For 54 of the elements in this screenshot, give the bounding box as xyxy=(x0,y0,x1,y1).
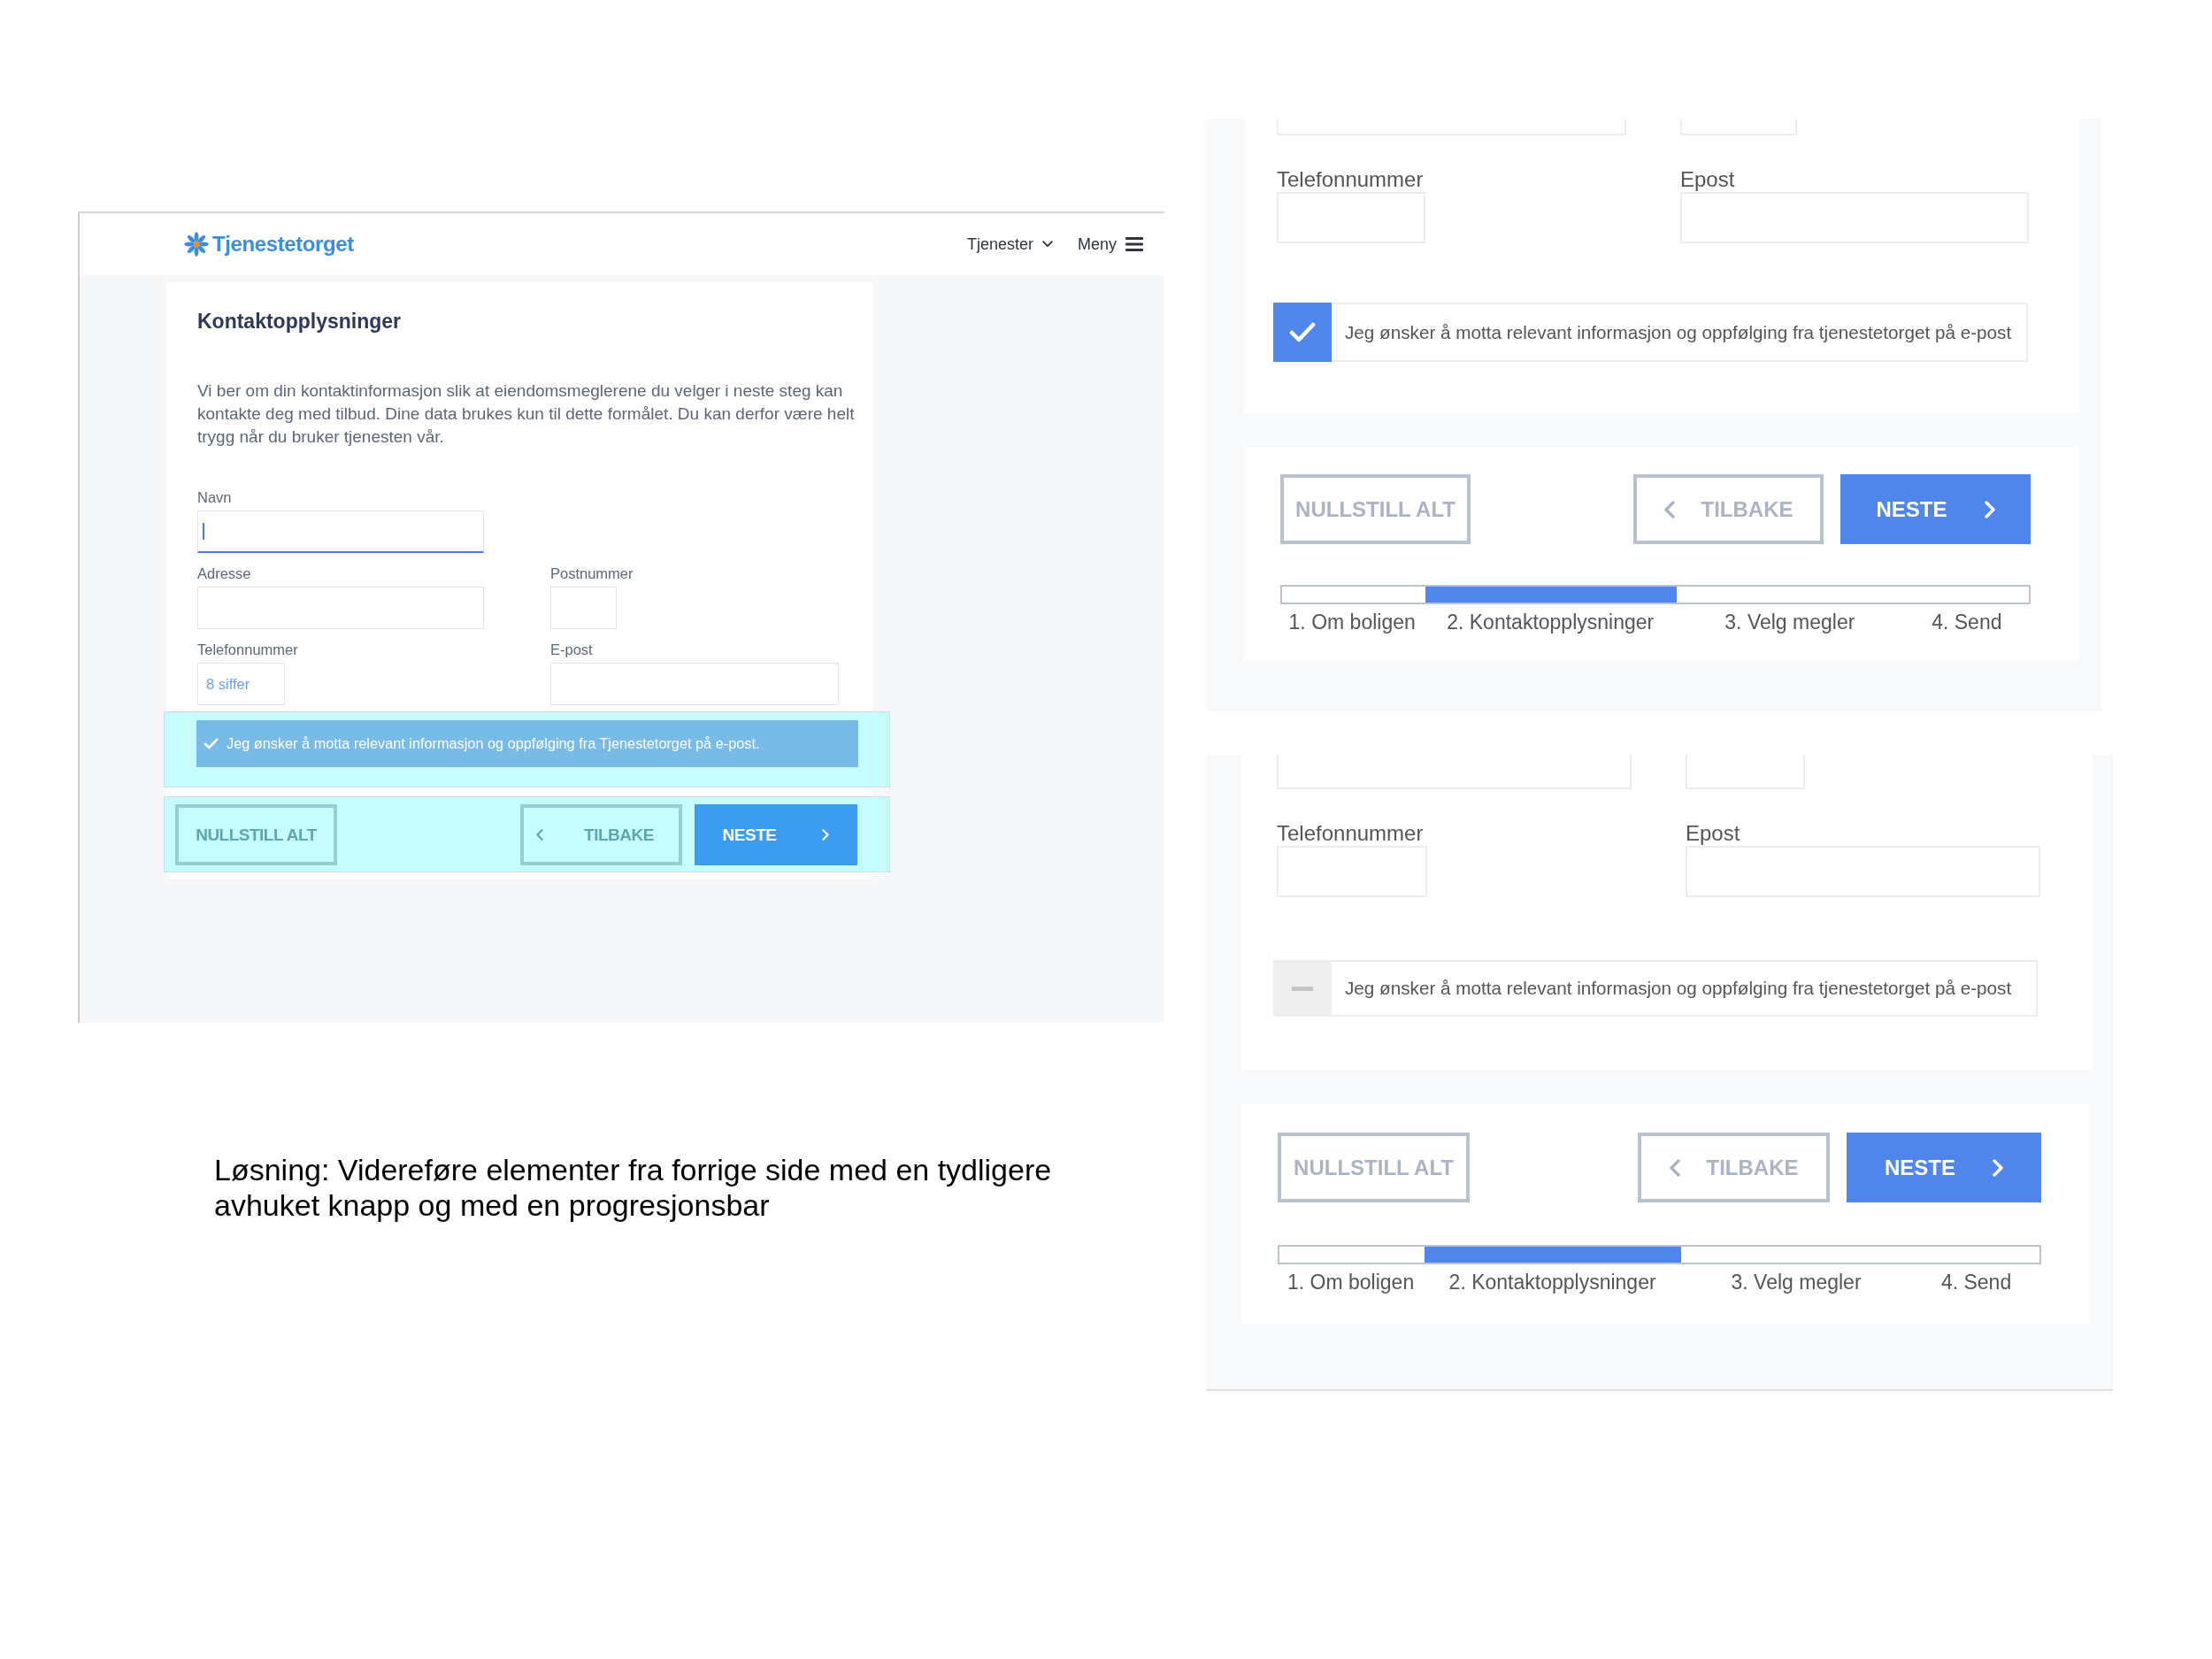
back-button[interactable]: TILBAKE xyxy=(1633,474,1824,544)
chevron-right-icon xyxy=(1984,500,1995,518)
step-label: 1. Om boligen xyxy=(1288,611,1416,634)
back-button[interactable]: TILBAKE xyxy=(1638,1133,1830,1202)
step-label: 3. Velg megler xyxy=(1731,1271,1862,1294)
input-field[interactable]: 8 siffer xyxy=(197,663,285,705)
step-label: 2. Kontaktopplysninger xyxy=(1447,611,1655,634)
field-label: Telefonnummer xyxy=(1277,168,1424,191)
caption-text: Løsning: Videreføre elementer fra forrige side med en tydligere avhuket knapp og med en progresjonsbar xyxy=(214,1152,1053,1223)
chevron-down-icon xyxy=(1042,241,1053,248)
reset-button[interactable]: NULLSTILL ALT xyxy=(175,804,337,865)
step-label: 3. Velg megler xyxy=(1724,611,1855,634)
consent-checkbox[interactable]: Jeg ønsker å motta relevant informasjon og oppfølging fra tjenestetorget på e-post xyxy=(1273,960,2038,1017)
logo-icon xyxy=(183,231,210,257)
check-icon xyxy=(1289,322,1316,342)
menu-icon xyxy=(1125,237,1143,251)
next-button[interactable]: NESTE xyxy=(1847,1133,2041,1202)
field-label: Telefonnummer xyxy=(197,641,298,658)
intro-text: Vi ber om din kontaktinformasjon slik at eiendomsmeglerene du velger i neste steg kan kontakte deg med tilbud. Dine data brukes kun til dette formålet. Du kan derfor være helt trygg når du bruker tjenesten vår. xyxy=(197,380,856,448)
chevron-left-icon xyxy=(1663,500,1675,518)
reset-button[interactable]: NULLSTILL ALT xyxy=(1278,1133,1470,1202)
nav-dropdown-button[interactable]: Tjenester xyxy=(966,234,1053,254)
back-button[interactable]: TILBAKE xyxy=(520,804,682,865)
step-label: 4. Send xyxy=(1932,611,2002,634)
chevron-right-icon xyxy=(822,829,830,841)
field-label: E-post xyxy=(550,641,593,658)
consent-checkbox[interactable]: Jeg ønsker å motta relevant informasjon og oppfølging fra Tjenestetorget på e-post. xyxy=(196,720,858,767)
dash-icon xyxy=(1292,986,1313,991)
step-label: 2. Kontaktopplysninger xyxy=(1448,1271,1656,1294)
field-label: Epost xyxy=(1686,822,1740,845)
field-label: Postnummer xyxy=(550,565,634,582)
field-label: Epost xyxy=(1680,168,1735,191)
chevron-left-icon xyxy=(1669,1158,1680,1177)
checkbox[interactable] xyxy=(1273,960,1332,1017)
field-label: Navn xyxy=(197,488,232,506)
input-field[interactable] xyxy=(197,587,484,629)
reset-button[interactable]: NULLSTILL ALT xyxy=(1280,474,1471,544)
input-field[interactable] xyxy=(550,587,617,629)
text-cursor-icon xyxy=(203,523,204,540)
chevron-right-icon xyxy=(1993,1158,2003,1177)
menu-button[interactable]: Meny xyxy=(1078,234,1143,254)
consent-checkbox[interactable]: Jeg ønsker å motta relevant informasjon og oppfølging fra tjenestetorget på e-post xyxy=(1273,303,2028,362)
form-title: Kontaktopplysninger xyxy=(197,309,401,334)
logo-text: Tjenestetorget xyxy=(212,232,354,257)
next-button[interactable]: NESTE xyxy=(1840,474,2031,544)
next-button[interactable]: NESTE xyxy=(695,804,857,865)
input-field[interactable] xyxy=(197,511,484,553)
field-label: Telefonnummer xyxy=(1277,822,1424,845)
input-field[interactable] xyxy=(550,663,839,705)
checkbox[interactable] xyxy=(1273,303,1332,362)
chevron-left-icon xyxy=(536,829,544,841)
field-label: Adresse xyxy=(197,565,251,582)
step-label: 4. Send xyxy=(1940,1271,2012,1294)
step-label: 1. Om boligen xyxy=(1287,1271,1415,1294)
